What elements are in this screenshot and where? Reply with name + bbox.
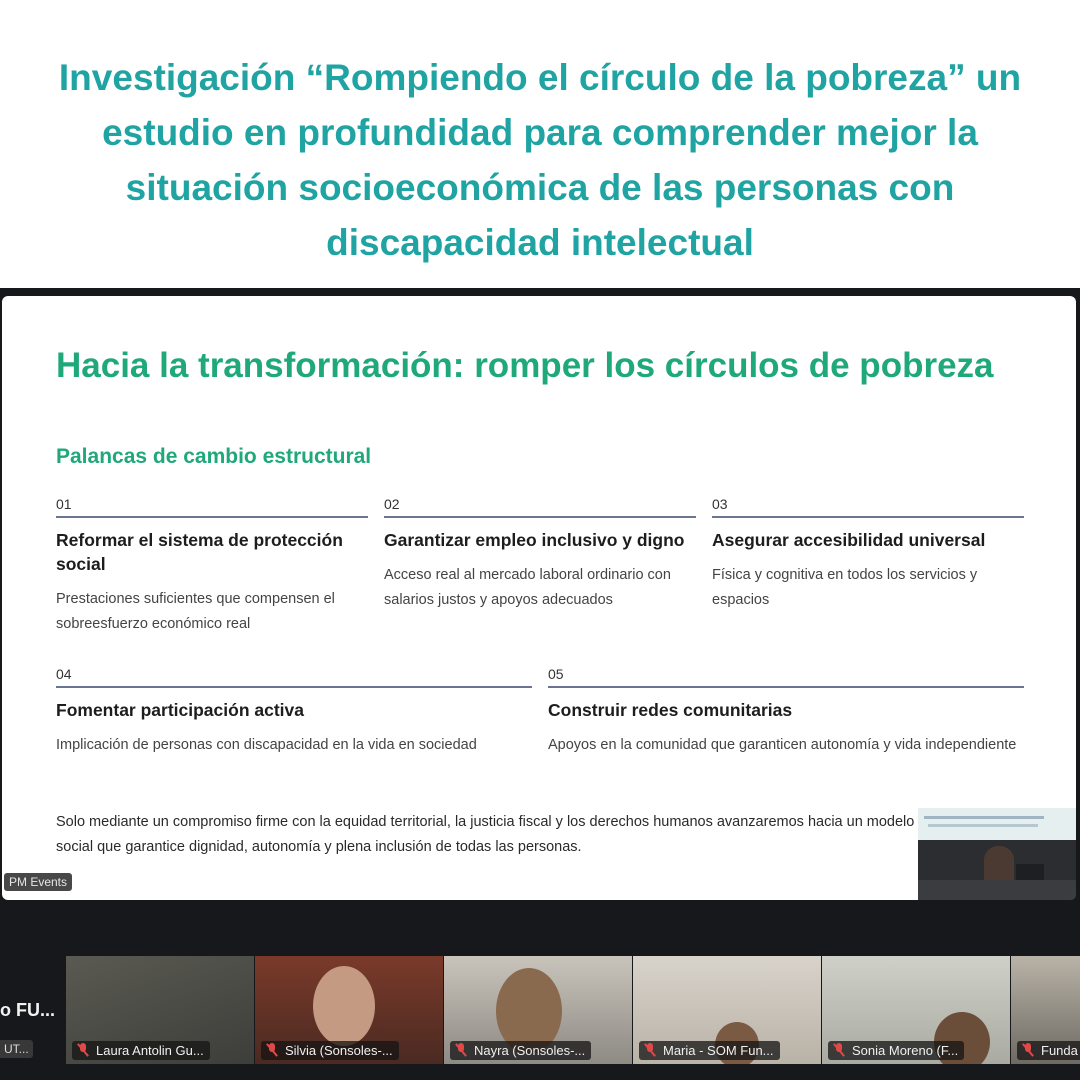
participant-name-tag: Nayra (Sonsoles-... bbox=[450, 1041, 592, 1060]
lever-description: Apoyos en la comunidad que garanticen au… bbox=[548, 737, 1017, 753]
participant-name-tag: Silvia (Sonsoles-... bbox=[261, 1041, 399, 1060]
slide-subtitle: Palancas de cambio estructural bbox=[56, 445, 372, 468]
lever-number: 02 bbox=[384, 496, 400, 512]
participant-name: Funda bbox=[1041, 1043, 1078, 1058]
lever-description: Prestaciones suficientes que compensen e… bbox=[56, 591, 335, 632]
lever-05: 05 Construir redes comunitarias Apoyos e… bbox=[548, 666, 1024, 758]
mic-muted-icon bbox=[1021, 1043, 1035, 1057]
lever-number: 04 bbox=[56, 666, 72, 682]
lever-divider bbox=[712, 516, 1024, 518]
participant-name: Sonia Moreno (F... bbox=[852, 1043, 959, 1058]
participant-name: Nayra (Sonsoles-... bbox=[474, 1043, 586, 1058]
participant-name-tag: Funda bbox=[1017, 1041, 1080, 1060]
room-projection-screen bbox=[918, 808, 1076, 840]
lever-title: Reformar el sistema de protección social bbox=[56, 530, 343, 574]
mic-muted-icon bbox=[832, 1043, 846, 1057]
participant-name: Silvia (Sonsoles-... bbox=[285, 1043, 393, 1058]
podium-table bbox=[918, 880, 1076, 900]
video-meeting-window: Hacia la transformación: romper los círc… bbox=[0, 288, 1080, 1080]
active-speaker-label: PM Events bbox=[4, 873, 73, 891]
mic-muted-icon bbox=[265, 1043, 279, 1057]
mic-muted-icon bbox=[454, 1043, 468, 1057]
lever-divider bbox=[56, 516, 368, 518]
participant-tile[interactable]: Sonia Moreno (F... bbox=[822, 956, 1010, 1064]
lever-title: Asegurar accesibilidad universal bbox=[712, 530, 986, 550]
participant-name-tag: Maria - SOM Fun... bbox=[639, 1041, 780, 1060]
participant-tile[interactable]: Silvia (Sonsoles-... bbox=[255, 956, 443, 1064]
mic-muted-icon bbox=[76, 1043, 90, 1057]
participant-tile[interactable]: Funda bbox=[1011, 956, 1080, 1064]
participant-name: Laura Antolin Gu... bbox=[96, 1043, 204, 1058]
lever-divider bbox=[56, 686, 532, 688]
lever-01: 01 Reformar el sistema de protección soc… bbox=[56, 496, 368, 636]
participant-name-tag: Laura Antolin Gu... bbox=[72, 1041, 210, 1060]
slide-closing-statement: Solo mediante un compromiso firme con la… bbox=[56, 814, 915, 855]
participant-name: Maria - SOM Fun... bbox=[663, 1043, 774, 1058]
side-participant-name: o FU... bbox=[0, 1000, 55, 1020]
lever-04: 04 Fomentar participación activa Implica… bbox=[56, 666, 532, 758]
lever-divider bbox=[384, 516, 696, 518]
participant-tile[interactable]: Laura Antolin Gu... bbox=[66, 956, 254, 1064]
participant-name-tag: Sonia Moreno (F... bbox=[828, 1041, 965, 1060]
lever-title: Fomentar participación activa bbox=[56, 700, 304, 720]
side-participant-chip: UT... bbox=[0, 1040, 33, 1058]
lever-number: 05 bbox=[548, 666, 564, 682]
speaker-video-pip[interactable] bbox=[918, 808, 1076, 900]
lever-title: Garantizar empleo inclusivo y digno bbox=[384, 530, 685, 550]
lever-title: Construir redes comunitarias bbox=[548, 700, 793, 720]
lever-02: 02 Garantizar empleo inclusivo y digno A… bbox=[384, 496, 696, 612]
lever-03: 03 Asegurar accesibilidad universal Físi… bbox=[712, 496, 1024, 612]
lever-description: Implicación de personas con discapacidad… bbox=[56, 737, 477, 753]
lever-description: Física y cognitiva en todos los servicio… bbox=[712, 567, 978, 608]
post-headline: Investigación “Rompiendo el círculo de l… bbox=[58, 57, 1022, 263]
shared-screen-slide: Hacia la transformación: romper los círc… bbox=[2, 296, 1076, 900]
mic-muted-icon bbox=[643, 1043, 657, 1057]
lever-number: 03 bbox=[712, 496, 728, 512]
participant-face bbox=[313, 966, 375, 1046]
participant-tile[interactable]: Maria - SOM Fun... bbox=[633, 956, 821, 1064]
slide-title: Hacia la transformación: romper los círc… bbox=[56, 346, 994, 385]
lever-number: 01 bbox=[56, 496, 72, 512]
participant-tile[interactable]: Nayra (Sonsoles-... bbox=[444, 956, 632, 1064]
lever-divider bbox=[548, 686, 1024, 688]
lever-description: Acceso real al mercado laboral ordinario… bbox=[384, 567, 671, 608]
